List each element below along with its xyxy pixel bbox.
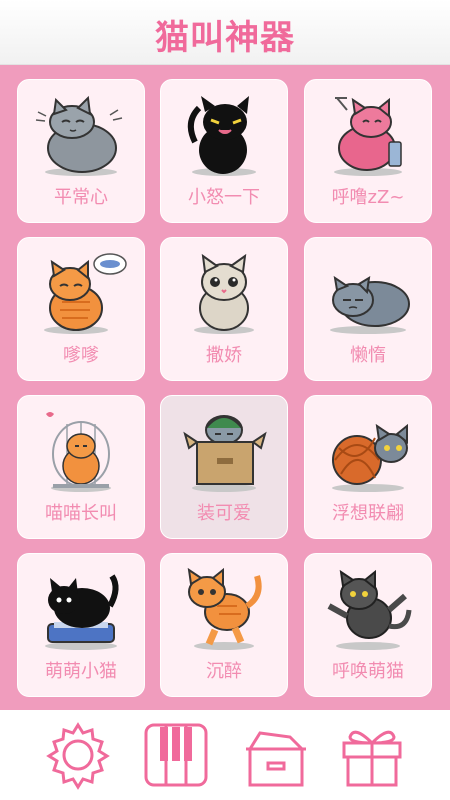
- header: 猫叫神器: [0, 0, 450, 65]
- coy-orange-cat-icon: [44, 253, 127, 334]
- card-calm[interactable]: 平常心: [17, 79, 145, 223]
- card-intoxicated[interactable]: 沉醉: [160, 553, 288, 697]
- card-cute[interactable]: 撒娇: [160, 237, 288, 381]
- card-label: 呼噜zZ~: [331, 187, 405, 208]
- cat-in-box-icon: [183, 415, 267, 492]
- lazy-gray-cat-icon: [330, 275, 410, 334]
- box-icon: [246, 731, 306, 787]
- black-kitten-litter-box-icon: [45, 574, 119, 650]
- card-label: 萌萌小猫: [45, 661, 117, 682]
- calm-gray-cat-icon: [35, 95, 123, 176]
- card-call-cat[interactable]: 呼唤萌猫: [304, 553, 432, 697]
- angry-black-cat-icon: [187, 96, 256, 176]
- bottom-toolbar: [0, 710, 450, 800]
- gift-icon: [342, 730, 402, 787]
- card-label: 喵喵长叫: [45, 503, 117, 524]
- piano-button[interactable]: [140, 719, 212, 791]
- card-long-meow[interactable]: 喵喵长叫: [17, 395, 145, 539]
- card-daydream[interactable]: 浮想联翩: [304, 395, 432, 539]
- card-label: 呼唤萌猫: [332, 661, 404, 682]
- card-label: 懒惰: [350, 345, 386, 366]
- cat-box-button[interactable]: [240, 719, 312, 791]
- app-title: 猫叫神器: [155, 18, 295, 58]
- card-purr[interactable]: 呼噜zZ~: [304, 79, 432, 223]
- card-kitten[interactable]: 萌萌小猫: [17, 553, 145, 697]
- card-label: 装可爱: [197, 503, 251, 524]
- card-label: 沉醉: [206, 661, 242, 682]
- calling-dark-gray-cat-icon: [327, 569, 412, 650]
- dancing-orange-cat-icon: [187, 567, 262, 650]
- settings-button[interactable]: [42, 719, 114, 791]
- caged-orange-cat-icon: [46, 412, 111, 492]
- card-angry[interactable]: 小怒一下: [160, 79, 288, 223]
- card-coy[interactable]: 嗲嗲: [17, 237, 145, 381]
- purring-pink-cat-icon: [334, 97, 402, 176]
- cute-cream-cat-icon: [194, 253, 254, 334]
- gear-icon: [46, 722, 110, 790]
- card-label: 小怒一下: [188, 187, 260, 208]
- card-act-cute[interactable]: 装可爱: [160, 395, 288, 539]
- card-lazy[interactable]: 懒惰: [304, 237, 432, 381]
- card-label: 平常心: [54, 187, 108, 208]
- card-label: 嗲嗲: [63, 345, 99, 366]
- gift-button[interactable]: [336, 719, 408, 791]
- yarn-gray-cat-icon: [332, 423, 408, 492]
- card-label: 撒娇: [206, 345, 242, 366]
- cat-sound-grid: 平常心 小怒一下 呼噜zZ~ 嗲嗲 撒娇 懒惰 喵喵长叫 装可爱 浮想联翩 萌萌…: [0, 64, 450, 710]
- piano-icon: [144, 723, 208, 787]
- card-label: 浮想联翩: [332, 503, 404, 524]
